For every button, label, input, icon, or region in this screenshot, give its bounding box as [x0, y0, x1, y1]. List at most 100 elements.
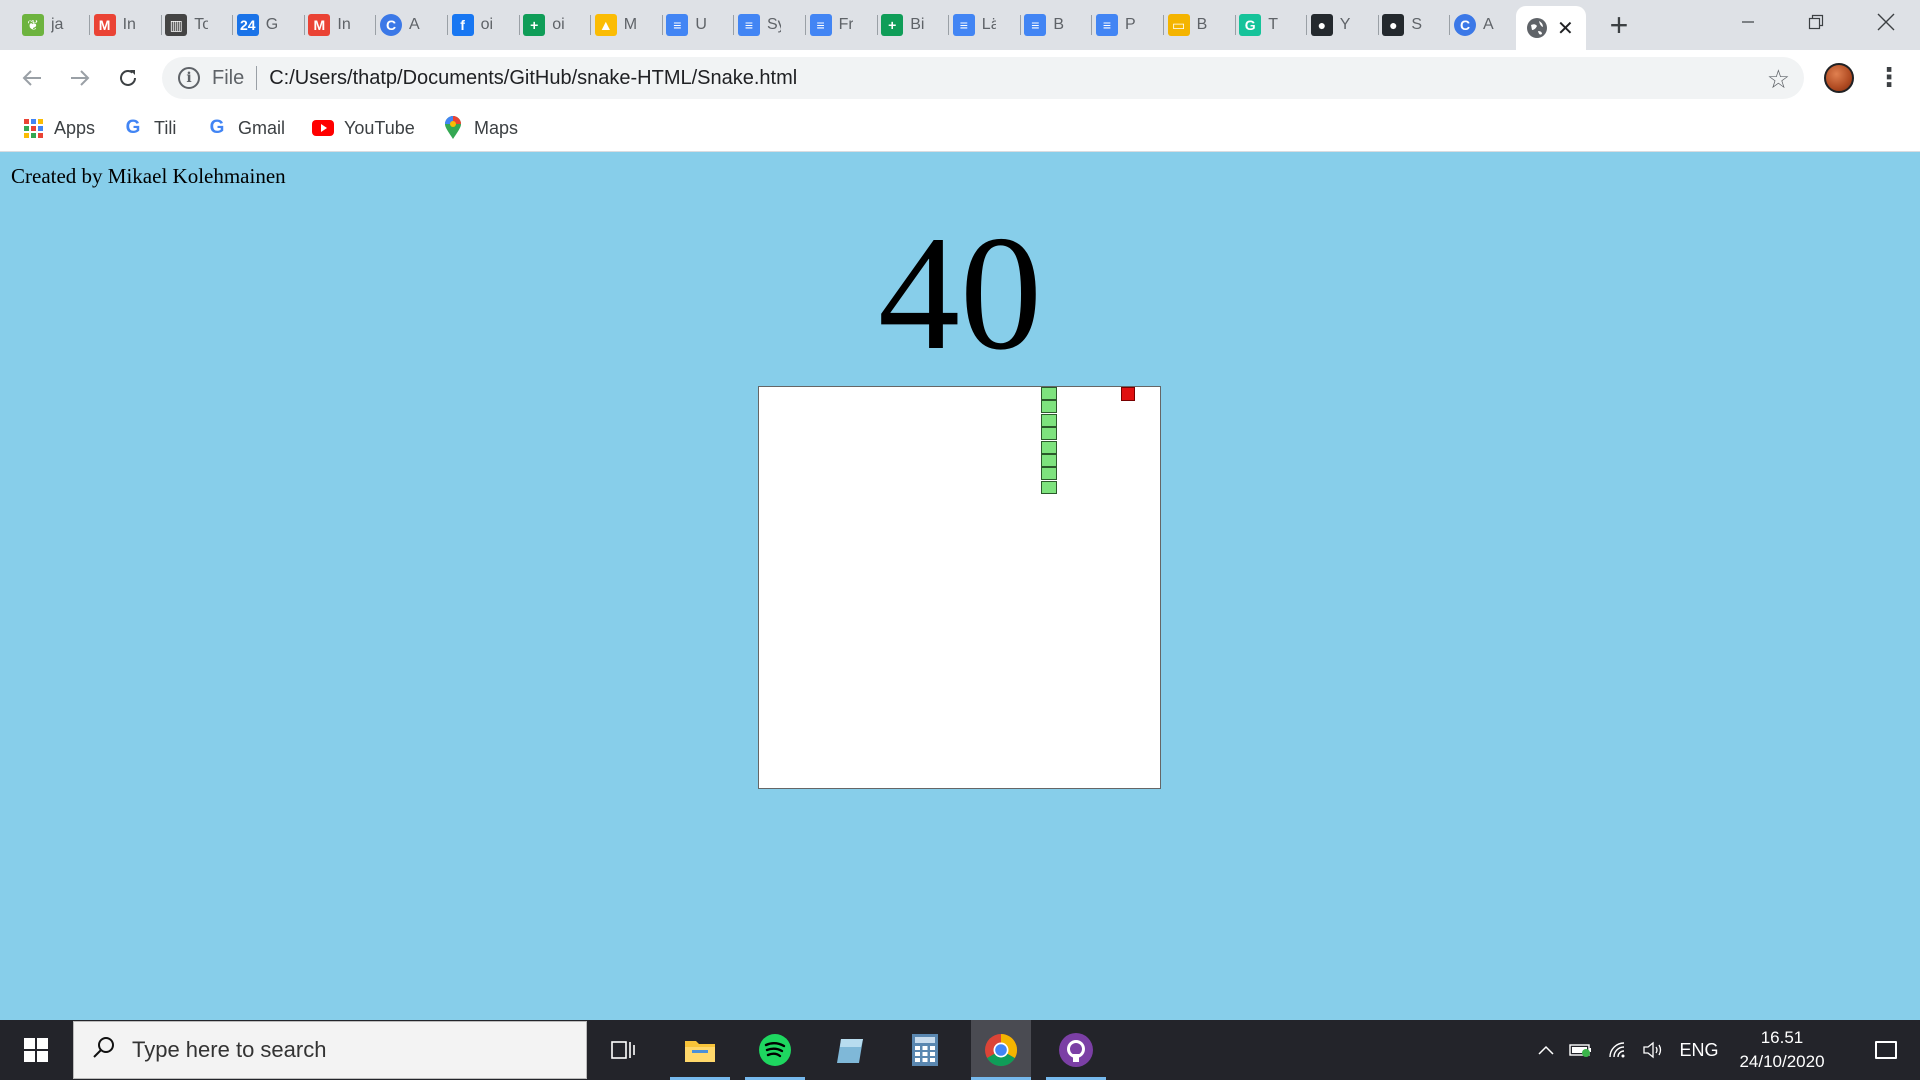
- forward-button[interactable]: [62, 60, 98, 96]
- clock-time: 16.51: [1760, 1028, 1804, 1047]
- browser-tab[interactable]: ▥ To: [165, 8, 234, 42]
- tab-title: B: [1053, 16, 1065, 33]
- browser-tab[interactable]: ≡ Lä: [952, 8, 1021, 42]
- browser-tab[interactable]: ≡ B: [1024, 8, 1093, 42]
- task-view-button[interactable]: [594, 1020, 654, 1080]
- browser-tab[interactable]: ≡ Fr: [809, 8, 878, 42]
- reload-icon: [120, 69, 136, 86]
- snake-segment: [1041, 467, 1057, 481]
- browser-tab[interactable]: M In: [308, 8, 377, 42]
- browser-tab[interactable]: + Bi: [881, 8, 950, 42]
- browser-tab[interactable]: f oi: [451, 8, 520, 42]
- bookmark-gmail[interactable]: G Gmail: [206, 115, 285, 141]
- youtube-icon: [312, 117, 334, 139]
- tab-title: T: [1268, 16, 1278, 33]
- credit-text: Created by Mikael Kolehmainen: [11, 164, 286, 188]
- browser-tab[interactable]: ❦ ja: [22, 8, 90, 42]
- close-window-button[interactable]: [1852, 0, 1920, 44]
- url-text[interactable]: C:/Users/thatp/Documents/GitHub/snake-HT…: [269, 67, 797, 90]
- tab-title: In: [122, 16, 136, 33]
- address-bar[interactable]: i File C:/Users/thatp/Documents/GitHub/s…: [162, 57, 1804, 99]
- game-board[interactable]: [758, 386, 1161, 789]
- tab-strip: ❦jaMIn▥To24GMInCAfoi+oi▲M≡U≡Sy≡Fr+Bi≡Lä≡…: [0, 0, 1920, 50]
- tab-title: U: [695, 16, 707, 33]
- tab-title: Sy: [767, 16, 781, 33]
- system-clock[interactable]: 16.51 24/10/2020: [1716, 1026, 1848, 1074]
- bookmark-tili[interactable]: G Tili: [122, 115, 177, 141]
- snake-segment: [1041, 480, 1057, 494]
- spotify-button[interactable]: [745, 1020, 805, 1080]
- browser-tab[interactable]: ≡ U: [666, 8, 735, 42]
- minimize-button[interactable]: [1714, 0, 1782, 44]
- browser-tab[interactable]: GT: [1239, 8, 1308, 42]
- close-tab-icon[interactable]: ✕: [1557, 16, 1574, 41]
- trello-icon: ▥: [165, 14, 188, 36]
- back-arrow-icon: [22, 70, 41, 86]
- browser-tab[interactable]: + oi: [523, 8, 592, 42]
- snake-segment: [1041, 413, 1057, 427]
- action-center-button[interactable]: [1852, 1020, 1920, 1080]
- new-tab-button[interactable]: +: [1604, 8, 1634, 42]
- tab-title: Fr: [838, 16, 853, 33]
- info-icon[interactable]: i: [178, 67, 200, 89]
- tab-title: S: [1411, 16, 1423, 33]
- page-content: Created by Mikael Kolehmainen 40: [0, 152, 1920, 1020]
- browser-tab[interactable]: CA: [1454, 8, 1522, 42]
- gmail-icon: M: [93, 14, 116, 36]
- bookmark-label: Apps: [54, 117, 96, 138]
- back-button[interactable]: [14, 60, 50, 96]
- bookmark-apps[interactable]: Apps: [22, 115, 95, 141]
- volume-tray-icon[interactable]: [1640, 1020, 1666, 1080]
- docs-icon: ≡: [738, 14, 760, 36]
- chrome-icon: [985, 1034, 1018, 1067]
- tab-title: A: [409, 16, 420, 33]
- browser-tab[interactable]: M In: [93, 8, 162, 42]
- reload-button[interactable]: [110, 60, 146, 96]
- folder-icon: [685, 1041, 715, 1062]
- start-button[interactable]: [0, 1020, 72, 1080]
- gmail-icon: M: [308, 14, 331, 36]
- notes-icon: [837, 1039, 863, 1063]
- browser-tab[interactable]: ● S: [1382, 8, 1451, 42]
- notes-app-button[interactable]: [820, 1020, 880, 1080]
- wifi-tray-icon[interactable]: [1606, 1020, 1632, 1080]
- github-icon: ●: [1310, 14, 1333, 36]
- snake-segment: [1041, 387, 1057, 400]
- active-tab[interactable]: ✕: [1516, 6, 1586, 50]
- bookmark-label: YouTube: [344, 117, 415, 138]
- browser-tab[interactable]: 24 G: [236, 8, 305, 42]
- file-explorer-button[interactable]: [670, 1020, 730, 1080]
- browser-tab[interactable]: CA: [380, 8, 448, 42]
- bookmarks-bar: Apps G Tili G Gmail YouTube Maps: [0, 106, 1920, 152]
- restore-button[interactable]: [1782, 0, 1850, 44]
- notification-icon: [1875, 1041, 1897, 1059]
- show-hidden-icons-button[interactable]: [1534, 1020, 1558, 1080]
- bookmark-maps[interactable]: Maps: [442, 115, 518, 141]
- github-icon: ●: [1382, 14, 1405, 36]
- docs-icon: ≡: [1096, 14, 1118, 36]
- c-icon: C: [1454, 14, 1476, 36]
- menu-kebab-icon[interactable]: ⋮: [1876, 62, 1902, 93]
- sheets-icon: +: [523, 14, 546, 36]
- tab-title: P: [1125, 16, 1136, 33]
- c-icon: C: [380, 14, 402, 36]
- docs-icon: ≡: [666, 14, 689, 36]
- docs-icon: ≡: [1024, 14, 1047, 36]
- browser-tab[interactable]: ≡ Sy: [738, 8, 806, 42]
- bookmark-star-icon[interactable]: ☆: [1767, 64, 1790, 95]
- browser-tab[interactable]: ▲ M: [594, 8, 663, 42]
- chrome-button[interactable]: [971, 1020, 1031, 1080]
- browser-tab[interactable]: ● Y: [1310, 8, 1379, 42]
- battery-tray-icon[interactable]: [1568, 1020, 1594, 1080]
- bookmark-label: Gmail: [238, 117, 286, 138]
- calculator-button[interactable]: [895, 1020, 955, 1080]
- browser-tab[interactable]: ≡ P: [1096, 8, 1164, 42]
- tab-title: G: [265, 16, 279, 33]
- food-item: [1121, 387, 1135, 401]
- profile-avatar[interactable]: [1824, 63, 1854, 93]
- leaf-icon: ❦: [22, 14, 44, 36]
- bookmark-youtube[interactable]: YouTube: [312, 115, 415, 141]
- taskbar-search[interactable]: Type here to search: [73, 1021, 587, 1079]
- github-desktop-button[interactable]: [1046, 1020, 1106, 1080]
- browser-tab[interactable]: ▭ B: [1167, 8, 1236, 42]
